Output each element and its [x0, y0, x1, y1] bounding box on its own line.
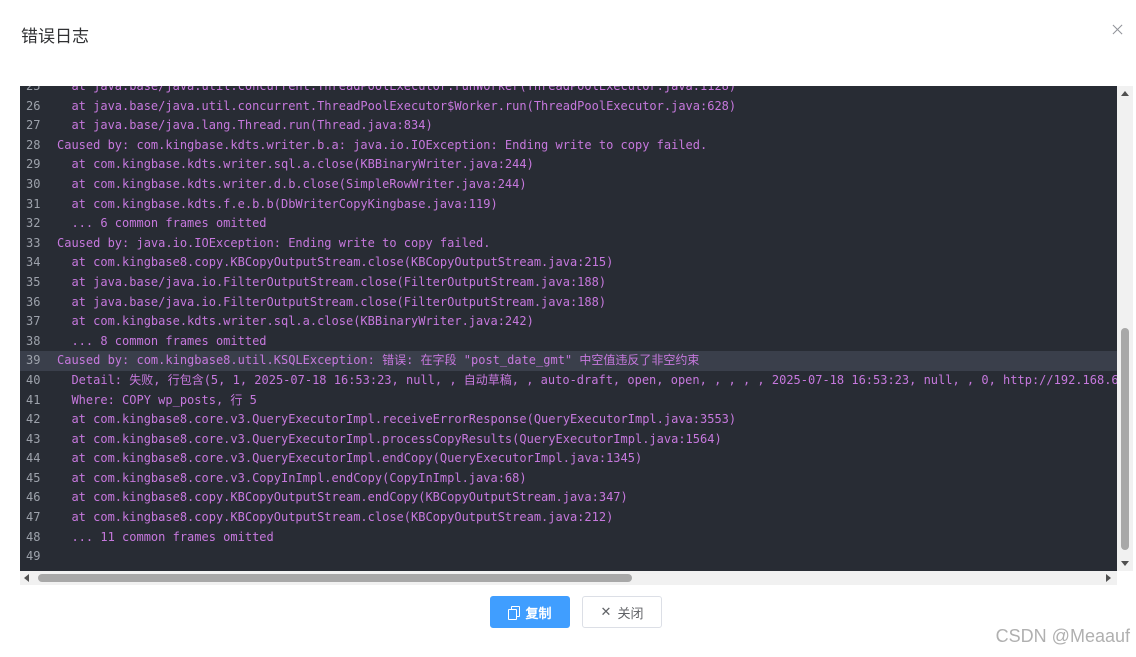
line-number: 40 [26, 372, 41, 387]
log-line: 49 [20, 547, 1117, 567]
line-text: Caused by: java.io.IOException: Ending w… [57, 235, 491, 250]
line-number: 47 [26, 510, 41, 525]
line-number: 27 [26, 118, 41, 133]
line-text: at java.base/java.util.concurrent.Thread… [57, 98, 737, 113]
log-line: 42 at com.kingbase8.core.v3.QueryExecuto… [20, 410, 1117, 430]
log-line: 28 Caused by: com.kingbase.kdts.writer.b.… [20, 136, 1117, 156]
line-text: at com.kingbase8.core.v3.CopyInImpl.endC… [57, 470, 527, 485]
line-number: 31 [26, 196, 41, 211]
log-line: 41 Where: COPY wp_posts, 行 5 [20, 391, 1117, 411]
line-text: at com.kingbase8.copy.KBCopyOutputStream… [57, 510, 614, 525]
line-number: 34 [26, 255, 41, 270]
line-number: 43 [26, 431, 41, 446]
line-text: at java.base/java.io.FilterOutputStream.… [57, 274, 607, 289]
log-line: 30 at com.kingbase.kdts.writer.d.b.close… [20, 175, 1117, 195]
log-line: 45 at com.kingbase8.core.v3.CopyInImpl.e… [20, 469, 1117, 489]
line-number: 36 [26, 294, 41, 309]
line-number: 39 [26, 353, 41, 368]
line-text: at java.base/java.io.FilterOutputStream.… [57, 294, 607, 309]
copy-button[interactable]: 复制 [490, 596, 570, 628]
scroll-left-arrow-icon[interactable] [24, 574, 29, 582]
log-line: 26 at java.base/java.util.concurrent.Thr… [20, 97, 1117, 117]
line-text: at com.kingbase8.copy.KBCopyOutputStream… [57, 490, 628, 505]
line-number: 32 [26, 216, 41, 231]
line-text: Where: COPY wp_posts, 行 5 [57, 392, 257, 407]
close-icon[interactable] [1110, 22, 1126, 38]
close-button[interactable]: ✕ 关闭 [582, 596, 662, 628]
close-x-icon: ✕ [600, 604, 612, 619]
line-number: 37 [26, 314, 41, 329]
line-text: ... 6 common frames omitted [57, 216, 267, 231]
log-line: 47 at com.kingbase8.copy.KBCopyOutputStr… [20, 508, 1117, 528]
vertical-scroll-thumb[interactable] [1121, 328, 1129, 550]
line-number: 29 [26, 157, 41, 172]
log-line: 34 at com.kingbase8.copy.KBCopyOutputStr… [20, 253, 1117, 273]
horizontal-scrollbar[interactable] [20, 571, 1117, 585]
horizontal-scroll-thumb[interactable] [38, 574, 632, 582]
line-number: 30 [26, 176, 41, 191]
line-text: ... 11 common frames omitted [57, 529, 274, 544]
line-text: at java.base/java.lang.Thread.run(Thread… [57, 118, 433, 133]
scroll-right-arrow-icon[interactable] [1106, 574, 1111, 582]
log-line: 36 at java.base/java.io.FilterOutputStre… [20, 293, 1117, 313]
line-text: at com.kingbase8.copy.KBCopyOutputStream… [57, 255, 614, 270]
line-number: 42 [26, 412, 41, 427]
log-line: 38 ... 8 common frames omitted [20, 332, 1117, 352]
line-number: 46 [26, 490, 41, 505]
log-line: 31 at com.kingbase.kdts.f.e.b.b(DbWriter… [20, 195, 1117, 215]
line-text: at com.kingbase8.core.v3.QueryExecutorIm… [57, 451, 643, 466]
log-line: 27 at java.base/java.lang.Thread.run(Thr… [20, 116, 1117, 136]
log-line: 43 at com.kingbase8.core.v3.QueryExecuto… [20, 430, 1117, 450]
line-text: at com.kingbase.kdts.f.e.b.b(DbWriterCop… [57, 196, 498, 211]
line-number: 49 [26, 549, 41, 564]
log-line: 29 at com.kingbase.kdts.writer.sql.a.clo… [20, 155, 1117, 175]
dialog-header: 错误日志 [0, 0, 1136, 70]
close-button-label: 关闭 [617, 605, 644, 621]
line-number: 25 [26, 86, 41, 93]
line-number: 44 [26, 451, 41, 466]
log-line: 37 at com.kingbase.kdts.writer.sql.a.clo… [20, 312, 1117, 332]
log-line: 25 at java.base/java.util.concurrent.Thr… [20, 86, 1117, 97]
line-number: 38 [26, 333, 41, 348]
line-number: 48 [26, 529, 41, 544]
log-lines: 25 at java.base/java.util.concurrent.Thr… [20, 86, 1117, 567]
line-text: at com.kingbase.kdts.writer.sql.a.close(… [57, 157, 534, 172]
line-number: 33 [26, 235, 41, 250]
copy-button-label: 复制 [525, 605, 552, 621]
line-text: Detail: 失败, 行包含(5, 1, 2025-07-18 16:53:2… [57, 372, 1117, 387]
log-line: 39 Caused by: com.kingbase8.util.KSQLExce… [20, 351, 1117, 371]
line-number: 28 [26, 137, 41, 152]
scroll-down-arrow-icon[interactable] [1121, 561, 1129, 566]
line-number: 26 [26, 98, 41, 113]
error-log-dialog: 错误日志 25 at java.base/java.util.concurren… [0, 0, 1136, 657]
log-line: 40 Detail: 失败, 行包含(5, 1, 2025-07-18 16:5… [20, 371, 1117, 391]
line-text: ... 8 common frames omitted [57, 333, 267, 348]
dialog-title: 错误日志 [21, 27, 89, 46]
log-viewer[interactable]: 25 at java.base/java.util.concurrent.Thr… [20, 86, 1117, 571]
log-line: 46 at com.kingbase8.copy.KBCopyOutputStr… [20, 488, 1117, 508]
log-line: 44 at com.kingbase8.core.v3.QueryExecuto… [20, 449, 1117, 469]
vertical-scrollbar[interactable] [1117, 86, 1133, 571]
watermark: CSDN @Meaauf [995, 626, 1130, 646]
line-number: 35 [26, 274, 41, 289]
log-line: 48 ... 11 common frames omitted [20, 528, 1117, 548]
line-text: at com.kingbase.kdts.writer.d.b.close(Si… [57, 176, 527, 191]
log-line: 32 ... 6 common frames omitted [20, 214, 1117, 234]
line-number: 45 [26, 470, 41, 485]
line-text: at com.kingbase.kdts.writer.sql.a.close(… [57, 314, 534, 329]
line-text: Caused by: com.kingbase8.util.KSQLExcept… [57, 353, 700, 368]
log-line: 33 Caused by: java.io.IOException: Ending… [20, 234, 1117, 254]
line-number: 41 [26, 392, 41, 407]
dialog-footer: 复制 ✕ 关闭 [0, 596, 1136, 628]
line-text: at com.kingbase8.core.v3.QueryExecutorIm… [57, 412, 737, 427]
copy-icon [508, 606, 521, 620]
line-text: Caused by: com.kingbase.kdts.writer.b.a:… [57, 137, 708, 152]
scroll-up-arrow-icon[interactable] [1121, 91, 1129, 96]
line-text: at java.base/java.util.concurrent.Thread… [57, 86, 737, 93]
line-text: at com.kingbase8.core.v3.QueryExecutorIm… [57, 431, 722, 446]
log-line: 35 at java.base/java.io.FilterOutputStre… [20, 273, 1117, 293]
